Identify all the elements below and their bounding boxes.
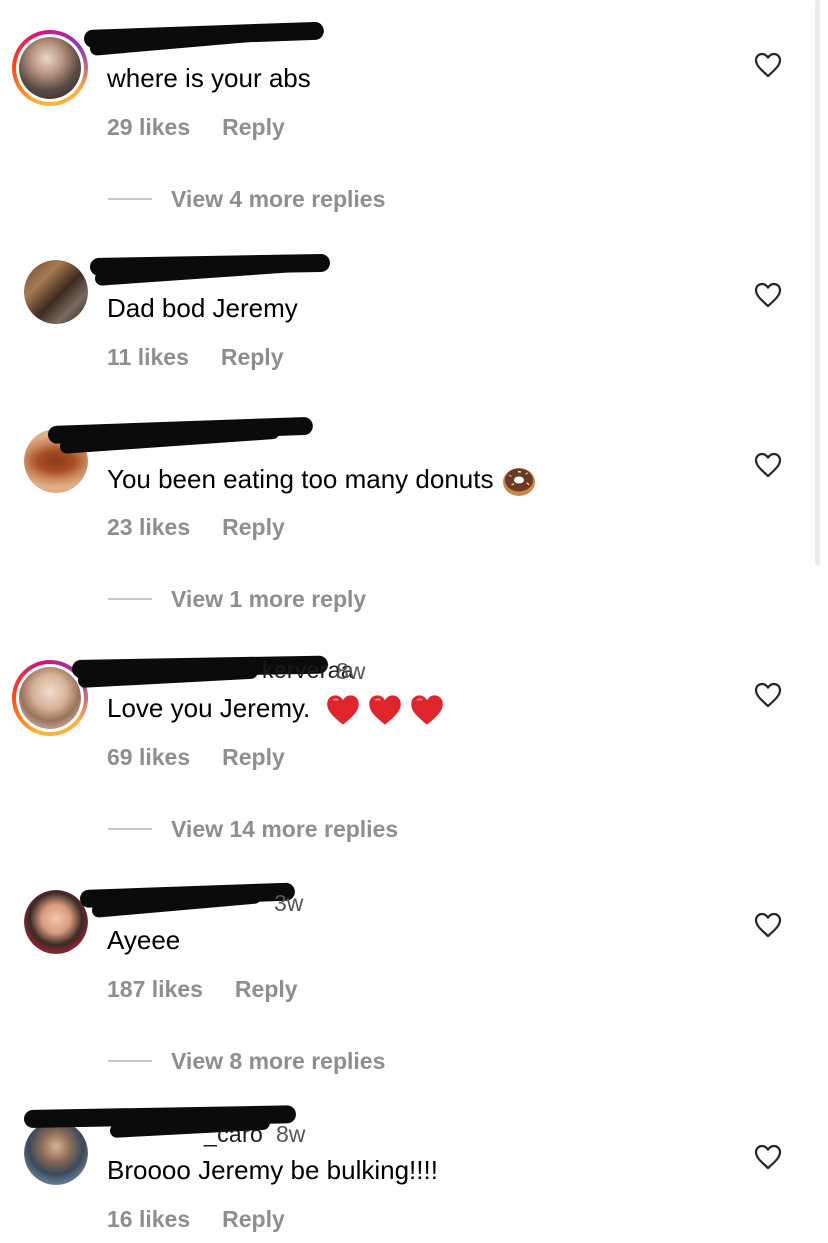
view-more-replies[interactable]: View 8 more replies	[108, 1046, 385, 1076]
likes-count[interactable]: 29 likes	[107, 114, 190, 141]
heart-outline-icon[interactable]	[754, 452, 782, 478]
comment-text: where is your abs	[107, 63, 311, 93]
timestamp: 3w	[274, 890, 304, 916]
likes-count[interactable]: 187 likes	[107, 976, 203, 1003]
view-more-replies[interactable]: View 1 more reply	[108, 584, 366, 614]
comment-text: Broooo Jeremy be bulking!!!!	[107, 1155, 438, 1185]
reply-button[interactable]: Reply	[222, 744, 285, 771]
heart-outline-icon[interactable]	[754, 282, 782, 308]
reply-button[interactable]: Reply	[222, 114, 285, 141]
scrollbar[interactable]	[815, 0, 820, 566]
likes-count[interactable]: 16 likes	[107, 1206, 190, 1233]
likes-count[interactable]: 23 likes	[107, 514, 190, 541]
comment-text: Ayeee	[107, 925, 181, 955]
heart-outline-icon[interactable]	[754, 1144, 782, 1170]
view-more-replies[interactable]: View 4 more replies	[108, 184, 385, 214]
divider	[108, 828, 152, 830]
avatar[interactable]	[24, 260, 88, 324]
red-heart-icon	[326, 695, 359, 725]
reply-button[interactable]: Reply	[222, 514, 285, 541]
reply-button[interactable]: Reply	[222, 1206, 285, 1233]
heart-outline-icon[interactable]	[754, 52, 782, 78]
avatar[interactable]	[24, 890, 88, 954]
timestamp: 8w	[276, 1121, 306, 1147]
divider	[108, 1060, 152, 1062]
reply-button[interactable]: Reply	[221, 344, 284, 371]
heart-outline-icon[interactable]	[754, 682, 782, 708]
red-heart-icon	[410, 695, 443, 725]
avatar[interactable]	[24, 1121, 88, 1185]
comment-text: Love you Jeremy.	[107, 693, 444, 726]
donut-icon	[503, 468, 536, 496]
username[interactable]: _caro	[204, 1121, 263, 1148]
comment-text: You been eating too many donuts	[107, 463, 537, 499]
likes-count[interactable]: 11 likes	[107, 344, 189, 371]
heart-outline-icon[interactable]	[754, 912, 782, 938]
comment-text: Dad bod Jeremy	[107, 293, 298, 323]
view-more-replies[interactable]: View 14 more replies	[108, 814, 398, 844]
likes-count[interactable]: 69 likes	[107, 744, 190, 771]
divider	[108, 198, 152, 200]
red-heart-icon	[368, 695, 401, 725]
divider	[108, 598, 152, 600]
reply-button[interactable]: Reply	[235, 976, 298, 1003]
avatar[interactable]	[12, 30, 88, 106]
timestamp: 8w	[336, 658, 366, 684]
